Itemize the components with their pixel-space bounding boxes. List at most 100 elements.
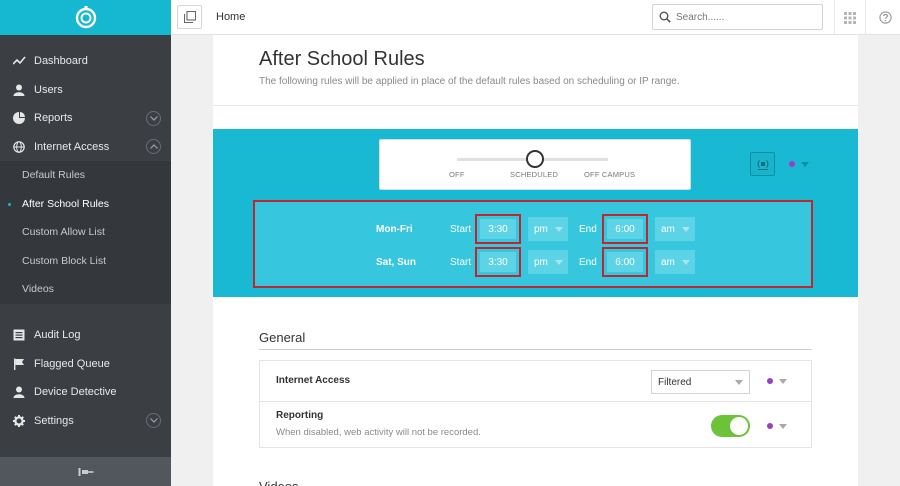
sidebar-item-users[interactable]: Users [0, 76, 171, 105]
network-button[interactable] [750, 152, 775, 176]
status-menu[interactable] [789, 161, 809, 167]
network-icon [757, 160, 768, 170]
section-title-videos: Videos [259, 479, 299, 486]
mode-option-scheduled[interactable]: SCHEDULED [510, 170, 558, 179]
collapse-sidebar-icon [78, 467, 93, 476]
sidebar-item-default-rules[interactable]: Default Rules [0, 161, 171, 190]
mode-slider-knob[interactable] [526, 150, 544, 168]
end-time-input[interactable]: 6:00 [607, 252, 643, 272]
apps-grid-button[interactable] [834, 0, 866, 35]
windows-icon [183, 11, 196, 23]
end-time-mon-fri[interactable]: 6:00 [602, 214, 648, 244]
sidebar-item-device-detective[interactable]: Device Detective [0, 378, 171, 407]
end-time-input[interactable]: 6:00 [607, 219, 643, 239]
sidebar-item-custom-allow-list[interactable]: Custom Allow List [0, 218, 171, 247]
row-label-sat-sun: Sat, Sun [376, 257, 417, 268]
start-ampm-mon-fri[interactable]: pm [528, 217, 568, 241]
search-box[interactable] [652, 4, 823, 30]
sidebar-item-label: Reports [34, 112, 73, 125]
page-title: After School Rules [259, 48, 425, 70]
reporting-toggle[interactable] [711, 415, 750, 437]
caret-down-icon [555, 227, 563, 232]
schedule-times: Mon-Fri Start 3:30 pm End 6:00 am Sat, S… [253, 200, 813, 288]
status-dot [789, 161, 795, 167]
globe-icon [12, 140, 26, 154]
ampm-value: pm [534, 256, 548, 268]
sidebar-item-label: After School Rules [22, 197, 109, 210]
user-icon [12, 385, 26, 399]
reporting-status-menu[interactable] [767, 423, 787, 429]
copy-window-button[interactable] [177, 5, 202, 29]
topbar: Home [171, 0, 900, 35]
page-subtitle: The following rules will be applied in p… [259, 76, 680, 87]
sidebar-item-custom-block-list[interactable]: Custom Block List [0, 247, 171, 276]
search-input[interactable] [676, 11, 806, 23]
help-button[interactable] [871, 0, 900, 35]
mode-option-off-campus[interactable]: OFF CAMPUS [584, 170, 635, 179]
reporting-row: Reporting When disabled, web activity wi… [259, 401, 812, 448]
sidebar-item-label: Custom Allow List [22, 226, 105, 239]
start-time-sat-sun[interactable]: 3:30 [475, 247, 521, 277]
caret-down-icon [735, 380, 743, 385]
mode-option-off[interactable]: OFF [449, 170, 465, 179]
section-title-general: General [259, 330, 306, 345]
start-ampm-sat-sun[interactable]: pm [528, 250, 568, 274]
sidebar-item-flagged-queue[interactable]: Flagged Queue [0, 350, 171, 379]
sidebar-item-internet-access[interactable]: Internet Access [0, 133, 171, 162]
row-label-mon-fri: Mon-Fri [376, 224, 413, 235]
sidebar-item-after-school-rules[interactable]: After School Rules [0, 190, 171, 219]
status-dot [767, 378, 773, 384]
sidebar-item-label: Users [34, 83, 63, 96]
end-time-sat-sun[interactable]: 6:00 [602, 247, 648, 277]
breadcrumb[interactable]: Home [216, 11, 245, 23]
sidebar-item-videos[interactable]: Videos [0, 275, 171, 304]
chevron-down-icon[interactable] [146, 413, 161, 429]
ampm-value: am [661, 256, 675, 268]
sidebar-item-dashboard[interactable]: Dashboard [0, 47, 171, 76]
caret-down-icon [801, 161, 809, 167]
sidebar: Dashboard Users Reports Internet Access [0, 0, 171, 486]
chevron-down-icon[interactable] [146, 110, 161, 126]
main-panel: After School Rules The following rules w… [213, 35, 858, 486]
start-time-input[interactable]: 3:30 [480, 252, 516, 272]
sidebar-item-label: Custom Block List [22, 254, 107, 267]
sidebar-item-label: Videos [22, 283, 54, 296]
sidebar-item-label: Audit Log [34, 329, 81, 342]
start-label: Start [450, 224, 472, 235]
caret-down-icon [555, 260, 563, 265]
caret-down-icon [682, 227, 690, 232]
sidebar-item-label: Internet Access [34, 140, 110, 153]
select-value: Filtered [658, 376, 692, 388]
mode-selector: OFF SCHEDULED OFF CAMPUS [379, 139, 691, 190]
pie-chart-icon [12, 111, 26, 125]
end-label: End [579, 257, 597, 268]
chevron-up-icon[interactable] [146, 139, 161, 155]
sidebar-item-audit-log[interactable]: Audit Log [0, 321, 171, 350]
sidebar-item-label: Device Detective [34, 386, 117, 399]
internet-access-label: Internet Access [276, 375, 351, 386]
sidebar-footer[interactable] [0, 457, 171, 486]
sidebar-item-label: Default Rules [22, 169, 86, 182]
gear-icon [12, 414, 26, 428]
start-label: Start [450, 257, 472, 268]
reporting-label: Reporting [276, 410, 324, 421]
section-divider [259, 349, 812, 350]
sidebar-nav: Dashboard Users Reports Internet Access [0, 47, 171, 304]
caret-down-icon [779, 378, 787, 384]
sidebar-item-reports[interactable]: Reports [0, 104, 171, 133]
ampm-value: pm [534, 223, 548, 235]
end-label: End [579, 224, 597, 235]
end-ampm-mon-fri[interactable]: am [655, 217, 695, 241]
status-dot [767, 423, 773, 429]
internet-access-select[interactable]: Filtered [651, 370, 750, 394]
flag-icon [12, 357, 26, 371]
sidebar-item-label: Flagged Queue [34, 357, 110, 370]
end-ampm-sat-sun[interactable]: am [655, 250, 695, 274]
sidebar-item-settings[interactable]: Settings [0, 407, 171, 436]
start-time-mon-fri[interactable]: 3:30 [475, 214, 521, 244]
logo-bar[interactable] [0, 0, 171, 35]
start-time-input[interactable]: 3:30 [480, 219, 516, 239]
internet-access-row: Internet Access Filtered [259, 360, 812, 402]
internet-access-status-menu[interactable] [767, 378, 787, 384]
ampm-value: am [661, 223, 675, 235]
